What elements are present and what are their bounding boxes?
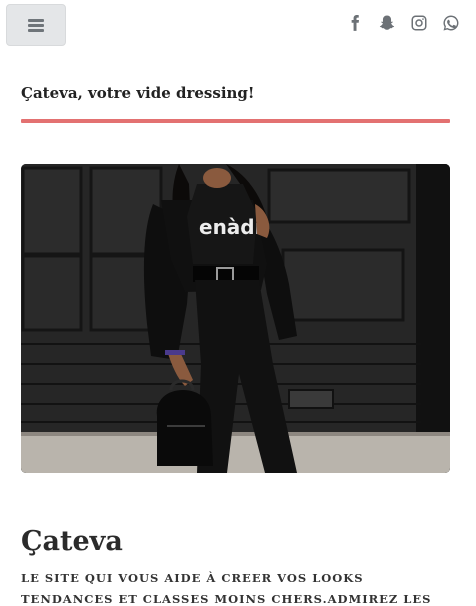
facebook-icon[interactable] — [346, 14, 364, 32]
site-tagline: Çateva, votre vide dressing! — [21, 84, 255, 102]
social-links — [346, 14, 460, 32]
hero-image: enàdi — [21, 164, 450, 473]
site-description: LE SITE QUI VOUS AIDE À CREER VOS LOOKS … — [21, 571, 432, 606]
accent-divider — [21, 119, 450, 123]
fashion-photo: enàdi — [21, 164, 450, 473]
svg-text:enàdi: enàdi — [199, 215, 261, 239]
whatsapp-icon[interactable] — [442, 14, 460, 32]
site-title: Çateva — [21, 526, 123, 557]
menu-toggle-button[interactable] — [6, 4, 66, 46]
snapchat-icon[interactable] — [378, 14, 396, 32]
instagram-icon[interactable] — [410, 14, 428, 32]
top-bar — [0, 0, 476, 52]
hamburger-menu-icon — [28, 18, 44, 32]
